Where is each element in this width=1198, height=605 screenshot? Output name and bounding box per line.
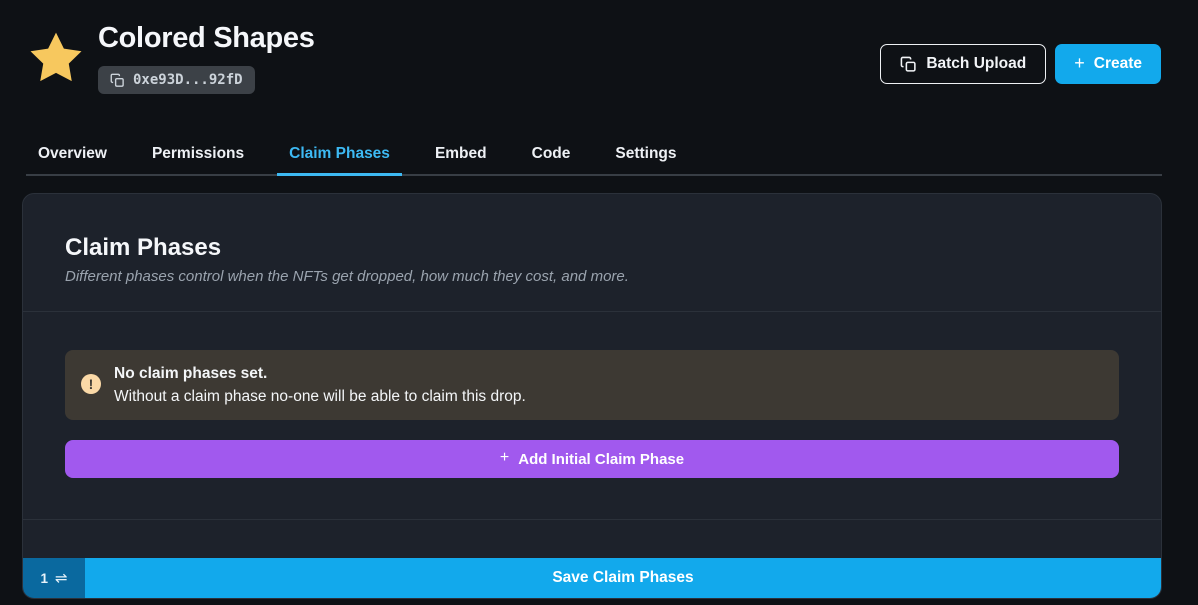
add-initial-claim-phase-button[interactable]: + Add Initial Claim Phase bbox=[65, 440, 1119, 478]
tab-code[interactable]: Code bbox=[520, 138, 583, 176]
transaction-count-badge[interactable]: 1 ⇌ bbox=[23, 558, 85, 598]
batch-upload-button[interactable]: Batch Upload bbox=[880, 44, 1046, 84]
card-body: ! No claim phases set. Without a claim p… bbox=[23, 311, 1161, 519]
tab-settings[interactable]: Settings bbox=[603, 138, 688, 176]
card-subtitle: Different phases control when the NFTs g… bbox=[65, 267, 1119, 286]
contract-header: Colored Shapes 0xe93D...92fD Batch Uploa… bbox=[0, 0, 1198, 94]
warning-title: No claim phases set. bbox=[114, 362, 526, 385]
plus-icon: + bbox=[1074, 54, 1085, 72]
contract-identity: Colored Shapes 0xe93D...92fD bbox=[24, 20, 315, 94]
transaction-count: 1 bbox=[40, 571, 48, 586]
title-block: Colored Shapes 0xe93D...92fD bbox=[98, 20, 315, 94]
card-footer-spacer bbox=[23, 519, 1161, 558]
contract-address-text: 0xe93D...92fD bbox=[133, 72, 243, 88]
contract-logo bbox=[24, 22, 88, 94]
save-claim-phases-button[interactable]: Save Claim Phases bbox=[85, 558, 1161, 598]
claim-phases-card: Claim Phases Different phases control wh… bbox=[22, 193, 1162, 599]
tab-claim-phases[interactable]: Claim Phases bbox=[277, 138, 402, 176]
warning-description: Without a claim phase no-one will be abl… bbox=[114, 385, 526, 408]
card-header: Claim Phases Different phases control wh… bbox=[23, 194, 1161, 311]
page-title: Colored Shapes bbox=[98, 20, 315, 56]
create-button[interactable]: + Create bbox=[1055, 44, 1161, 84]
tab-embed[interactable]: Embed bbox=[423, 138, 499, 176]
warning-alert: ! No claim phases set. Without a claim p… bbox=[65, 350, 1119, 420]
add-initial-claim-phase-label: Add Initial Claim Phase bbox=[518, 451, 684, 468]
header-actions: Batch Upload + Create bbox=[880, 44, 1161, 84]
card-title: Claim Phases bbox=[65, 232, 1119, 263]
plus-icon: + bbox=[500, 449, 509, 467]
create-label: Create bbox=[1094, 55, 1142, 73]
batch-upload-label: Batch Upload bbox=[926, 55, 1026, 73]
copy-icon bbox=[110, 73, 125, 88]
star-icon bbox=[25, 27, 87, 89]
save-bar: 1 ⇌ Save Claim Phases bbox=[23, 558, 1161, 598]
warning-icon: ! bbox=[81, 374, 101, 394]
contract-address-badge[interactable]: 0xe93D...92fD bbox=[98, 66, 255, 94]
contract-dashboard-page: Colored Shapes 0xe93D...92fD Batch Uploa… bbox=[0, 0, 1198, 605]
warning-text: No claim phases set. Without a claim pha… bbox=[114, 362, 526, 408]
tab-bar: Overview Permissions Claim Phases Embed … bbox=[26, 138, 1162, 176]
batch-upload-copy-icon bbox=[900, 56, 917, 73]
tab-permissions[interactable]: Permissions bbox=[140, 138, 256, 176]
swap-arrows-icon: ⇌ bbox=[55, 571, 68, 586]
tab-overview[interactable]: Overview bbox=[26, 138, 119, 176]
